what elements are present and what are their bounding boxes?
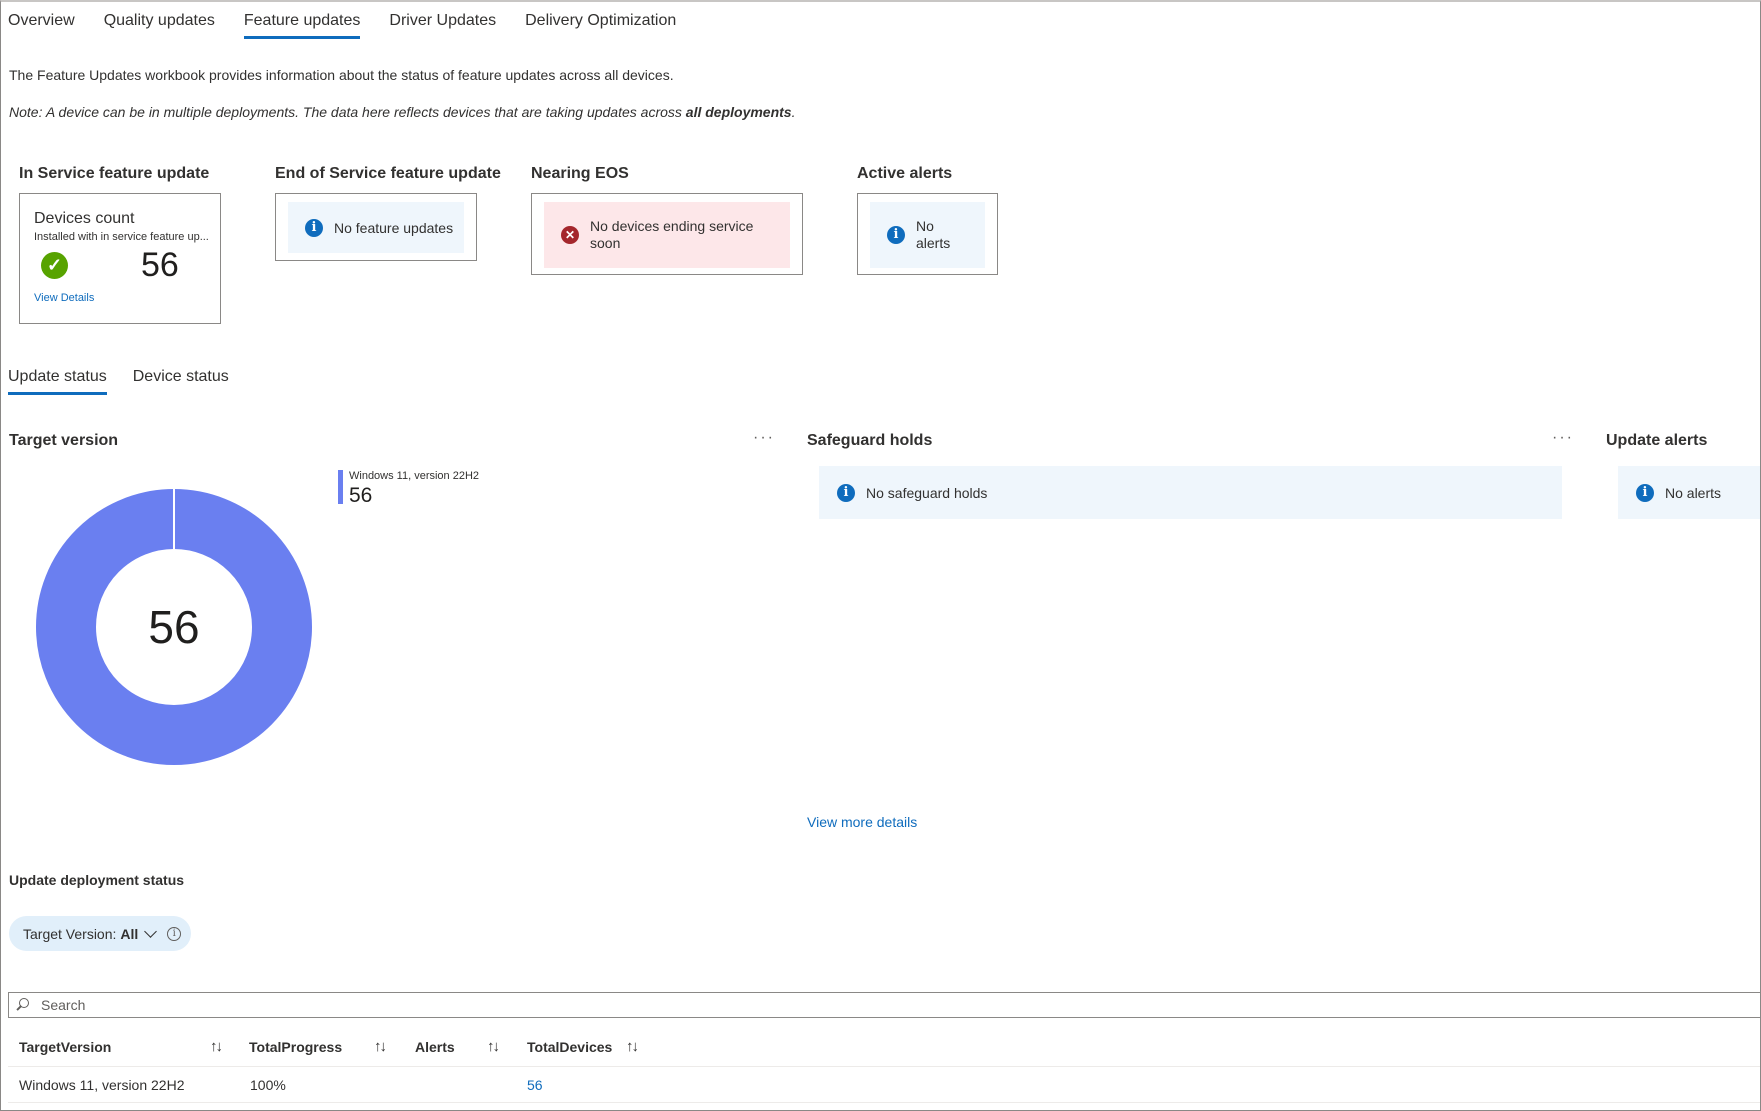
active-alerts-line1: No <box>916 218 934 234</box>
tab-feature-updates[interactable]: Feature updates <box>243 12 361 39</box>
cell-totaldevices-link[interactable]: 56 <box>527 1077 543 1093</box>
info-icon: i <box>887 226 905 244</box>
tab-overview[interactable]: Overview <box>8 12 75 39</box>
sub-tab-bar: Update status Device status <box>8 368 255 395</box>
nearing-eos-tile: ✕ No devices ending service soon <box>531 193 803 275</box>
legend-swatch <box>338 470 343 504</box>
note-prefix: Note: A device can be in multiple deploy… <box>9 104 686 120</box>
active-alerts-line2: alerts <box>916 235 951 251</box>
update-alerts-message: i No alerts <box>1618 466 1760 519</box>
sort-icon[interactable]: ↑↓ <box>626 1038 639 1055</box>
devices-count-subtitle: Installed with in service feature up... <box>34 231 209 243</box>
column-header-alerts[interactable]: Alerts <box>415 1039 455 1055</box>
in-service-heading: In Service feature update <box>19 165 210 182</box>
safeguard-more-button[interactable]: ··· <box>1552 429 1574 447</box>
update-alerts-heading: Update alerts <box>1606 432 1708 449</box>
note-suffix: . <box>791 104 796 120</box>
column-header-targetversion[interactable]: TargetVersion <box>19 1039 111 1055</box>
safeguard-holds-text: No safeguard holds <box>866 484 988 501</box>
search-input[interactable] <box>41 997 1760 1013</box>
tab-update-status[interactable]: Update status <box>8 368 107 395</box>
note-bold: all deployments <box>685 104 792 120</box>
target-version-more-button[interactable]: ··· <box>753 429 775 447</box>
safeguard-holds-heading: Safeguard holds <box>807 432 933 449</box>
filter-label: Target Version: <box>23 925 117 942</box>
cell-totalprogress: 100% <box>250 1077 286 1093</box>
search-box <box>8 992 1760 1018</box>
target-version-filter[interactable]: Target Version: All i <box>9 916 191 951</box>
target-version-heading: Target version <box>9 432 119 449</box>
check-icon: ✓ <box>41 252 68 279</box>
info-icon: i <box>837 483 855 502</box>
nearing-eos-message: ✕ No devices ending service soon <box>544 202 790 268</box>
nearing-eos-line1: No devices ending service <box>590 218 754 234</box>
tab-driver-updates[interactable]: Driver Updates <box>389 12 496 39</box>
safeguard-holds-message: i No safeguard holds <box>819 466 1562 519</box>
view-more-details-link[interactable]: View more details <box>807 814 917 830</box>
legend-value: 56 <box>349 484 373 507</box>
sort-icon[interactable]: ↑↓ <box>487 1038 500 1055</box>
nearing-eos-heading: Nearing EOS <box>531 165 629 182</box>
target-version-donut-chart: 56 <box>36 489 312 765</box>
workbook-frame: Overview Quality updates Feature updates… <box>0 0 1761 1111</box>
active-alerts-tile: i No alerts <box>857 193 998 275</box>
cell-targetversion: Windows 11, version 22H2 <box>19 1077 185 1093</box>
donut-center-value: 56 <box>148 601 199 653</box>
update-alerts-text: No alerts <box>1665 484 1722 501</box>
devices-count-tile: Devices count Installed with in service … <box>19 193 221 324</box>
end-of-service-text: No feature updates <box>334 219 454 236</box>
header-divider <box>8 1066 1760 1067</box>
end-of-service-message: i No feature updates <box>288 202 464 253</box>
end-of-service-heading: End of Service feature update <box>275 165 501 182</box>
end-of-service-tile: i No feature updates <box>275 193 477 261</box>
nearing-eos-line2: soon <box>590 235 621 251</box>
active-alerts-message: i No alerts <box>870 202 985 268</box>
devices-count-title: Devices count <box>34 210 135 227</box>
column-header-totalprogress[interactable]: TotalProgress <box>249 1039 342 1055</box>
top-tab-bar: Overview Quality updates Feature updates… <box>8 12 705 39</box>
active-alerts-heading: Active alerts <box>857 165 953 182</box>
info-icon: i <box>305 218 323 237</box>
tab-quality-updates[interactable]: Quality updates <box>104 12 215 39</box>
active-alerts-text: No alerts <box>916 218 950 252</box>
note-text: Note: A device can be in multiple deploy… <box>9 104 795 120</box>
error-icon: ✕ <box>561 226 579 244</box>
tab-delivery-optimization[interactable]: Delivery Optimization <box>525 12 676 39</box>
search-icon <box>16 998 30 1012</box>
tab-device-status[interactable]: Device status <box>133 368 229 395</box>
intro-text: The Feature Updates workbook provides in… <box>9 67 674 83</box>
chevron-down-icon <box>144 924 158 938</box>
info-circle-icon[interactable]: i <box>167 926 182 941</box>
devices-count-value: 56 <box>141 246 179 284</box>
nearing-eos-text: No devices ending service soon <box>590 218 753 252</box>
legend-label: Windows 11, version 22H2 <box>349 470 480 482</box>
filter-value: All <box>120 925 139 942</box>
sort-icon[interactable]: ↑↓ <box>374 1038 387 1055</box>
deployment-status-heading: Update deployment status <box>9 872 185 888</box>
info-icon: i <box>1636 483 1654 502</box>
sort-icon[interactable]: ↑↓ <box>210 1038 223 1055</box>
row-divider <box>8 1102 1760 1103</box>
view-details-link[interactable]: View Details <box>34 292 94 304</box>
column-header-totaldevices[interactable]: TotalDevices <box>527 1039 612 1055</box>
